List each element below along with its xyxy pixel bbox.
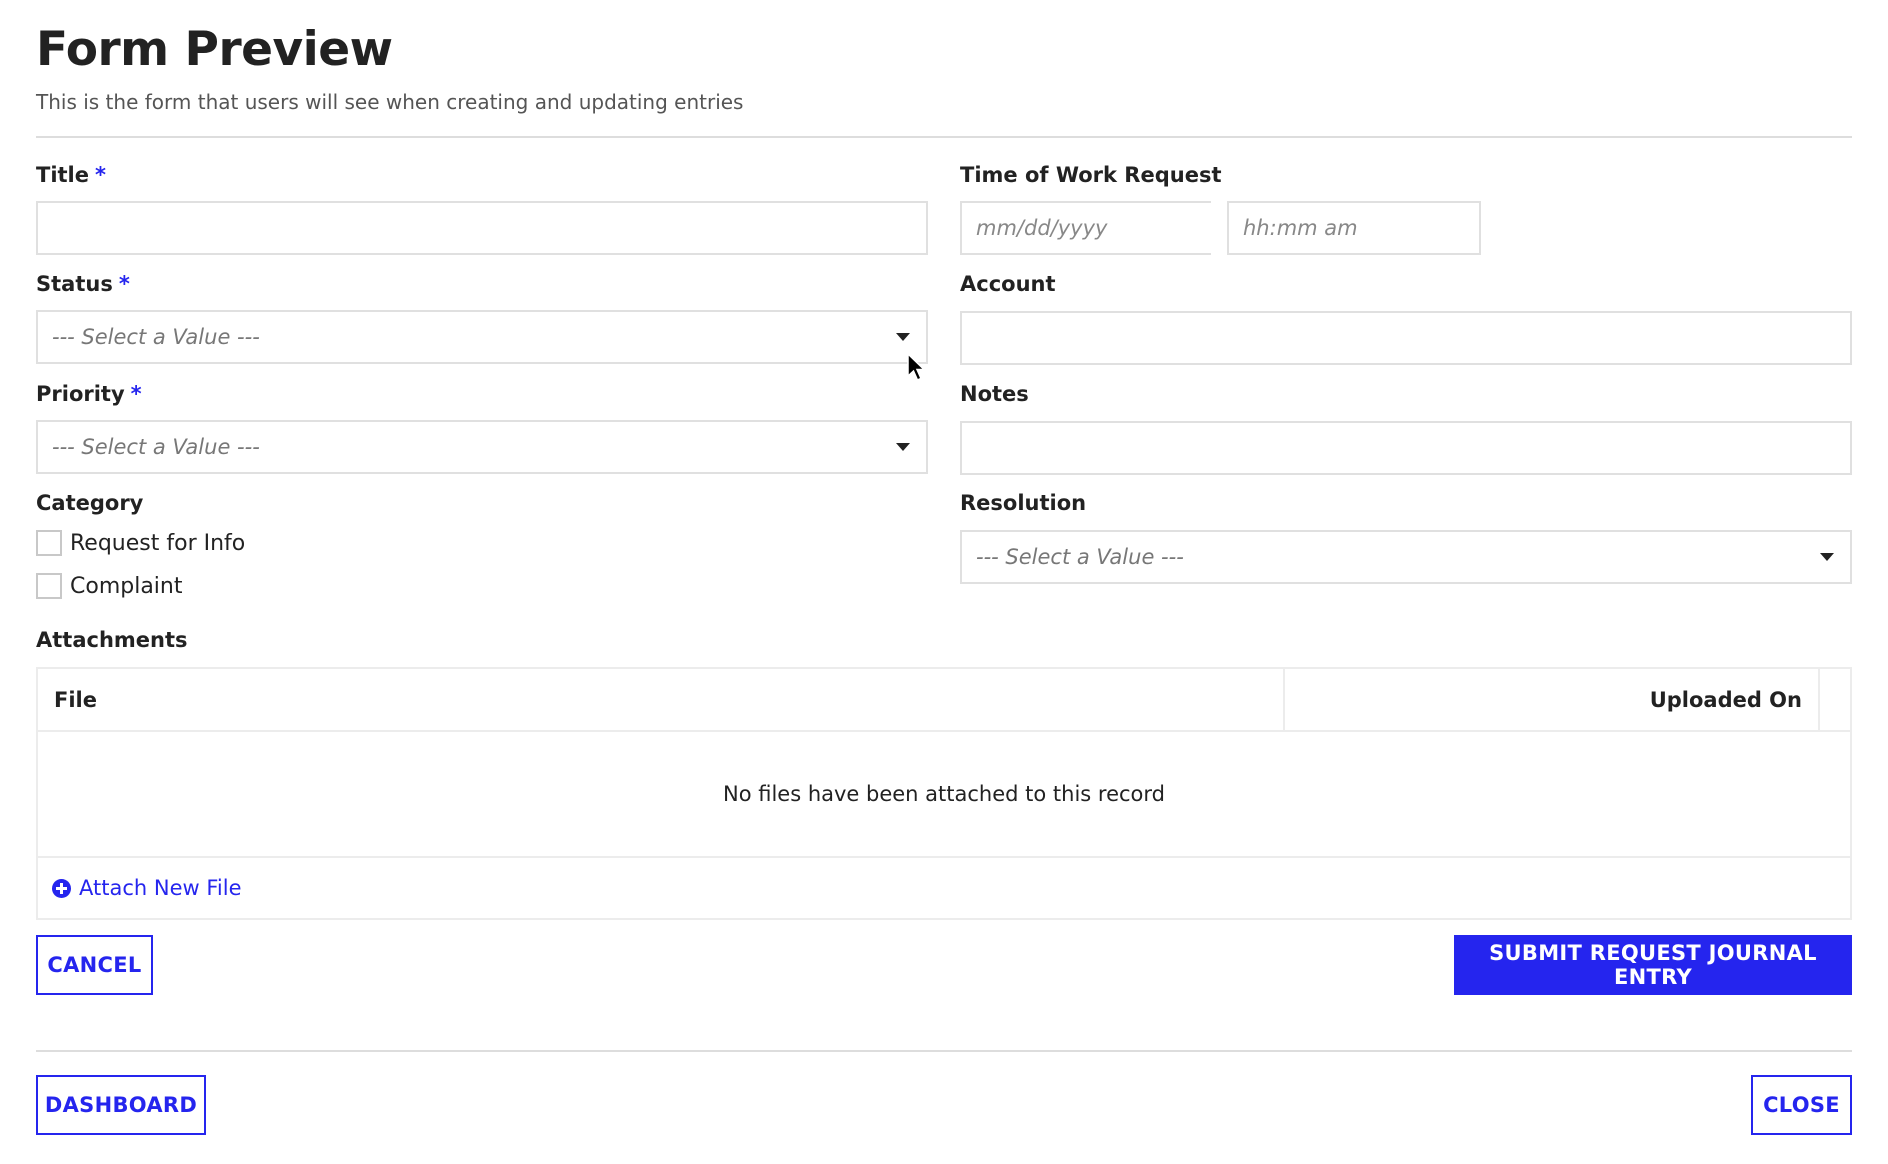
priority-select[interactable]: --- Select a Value ---	[36, 420, 928, 474]
priority-label-text: Priority	[36, 382, 125, 406]
mouse-cursor-icon	[907, 352, 926, 381]
priority-label: Priority *	[36, 382, 142, 406]
checkbox-label: Request for Info	[70, 530, 246, 556]
column-header-uploaded-on[interactable]: Uploaded On	[1285, 669, 1820, 730]
title-input[interactable]	[36, 201, 928, 255]
submit-button[interactable]: SUBMIT REQUEST JOURNAL ENTRY	[1454, 935, 1852, 995]
resolution-select-value: --- Select a Value ---	[976, 545, 1184, 569]
page-subtitle: This is the form that users will see whe…	[36, 90, 744, 114]
status-label: Status *	[36, 272, 130, 296]
chevron-down-icon	[896, 443, 910, 451]
account-input[interactable]	[960, 311, 1852, 365]
attach-new-file-label: Attach New File	[79, 876, 242, 900]
column-header-file[interactable]: File	[38, 669, 1285, 730]
footer-divider	[36, 1050, 1852, 1052]
attachments-label: Attachments	[36, 628, 188, 652]
required-marker: *	[118, 272, 130, 296]
checkbox[interactable]	[36, 530, 62, 556]
title-label-text: Title	[36, 163, 90, 187]
status-label-text: Status	[36, 272, 113, 296]
dashboard-button[interactable]: DASHBOARD	[36, 1075, 206, 1135]
attach-new-file-link[interactable]: Attach New File	[52, 876, 241, 900]
date-picker	[960, 201, 1278, 255]
category-option-complaint[interactable]: Complaint	[36, 573, 183, 599]
checkbox-label: Complaint	[70, 573, 183, 599]
notes-input[interactable]	[960, 421, 1852, 475]
required-marker: *	[130, 382, 142, 406]
close-button[interactable]: CLOSE	[1751, 1075, 1852, 1135]
page-title: Form Preview	[36, 22, 393, 77]
cancel-button[interactable]: CANCEL	[36, 935, 153, 995]
resolution-label: Resolution	[960, 491, 1087, 515]
date-input[interactable]	[962, 203, 1260, 253]
header-divider	[36, 136, 1852, 138]
notes-label: Notes	[960, 382, 1029, 406]
resolution-select[interactable]: --- Select a Value ---	[960, 530, 1852, 584]
required-marker: *	[95, 163, 106, 187]
plus-circle-icon	[52, 878, 71, 898]
chevron-down-icon	[896, 333, 910, 341]
checkbox[interactable]	[36, 573, 62, 599]
time-of-work-request-label: Time of Work Request	[960, 163, 1222, 187]
status-select[interactable]: --- Select a Value ---	[36, 310, 928, 364]
priority-select-value: --- Select a Value ---	[52, 435, 260, 459]
status-select-value: --- Select a Value ---	[52, 325, 260, 349]
attachments-table: File Uploaded On No files have been atta…	[36, 667, 1852, 920]
table-header: File Uploaded On	[38, 669, 1850, 732]
account-label: Account	[960, 272, 1056, 296]
category-label: Category	[36, 491, 144, 515]
column-header-actions	[1820, 669, 1850, 730]
chevron-down-icon	[1820, 553, 1834, 561]
table-footer: Attach New File	[38, 858, 1850, 918]
empty-message: No files have been attached to this reco…	[38, 732, 1850, 858]
title-label: Title *	[36, 163, 106, 187]
category-option-request-for-info[interactable]: Request for Info	[36, 530, 245, 556]
time-input[interactable]	[1227, 201, 1481, 255]
